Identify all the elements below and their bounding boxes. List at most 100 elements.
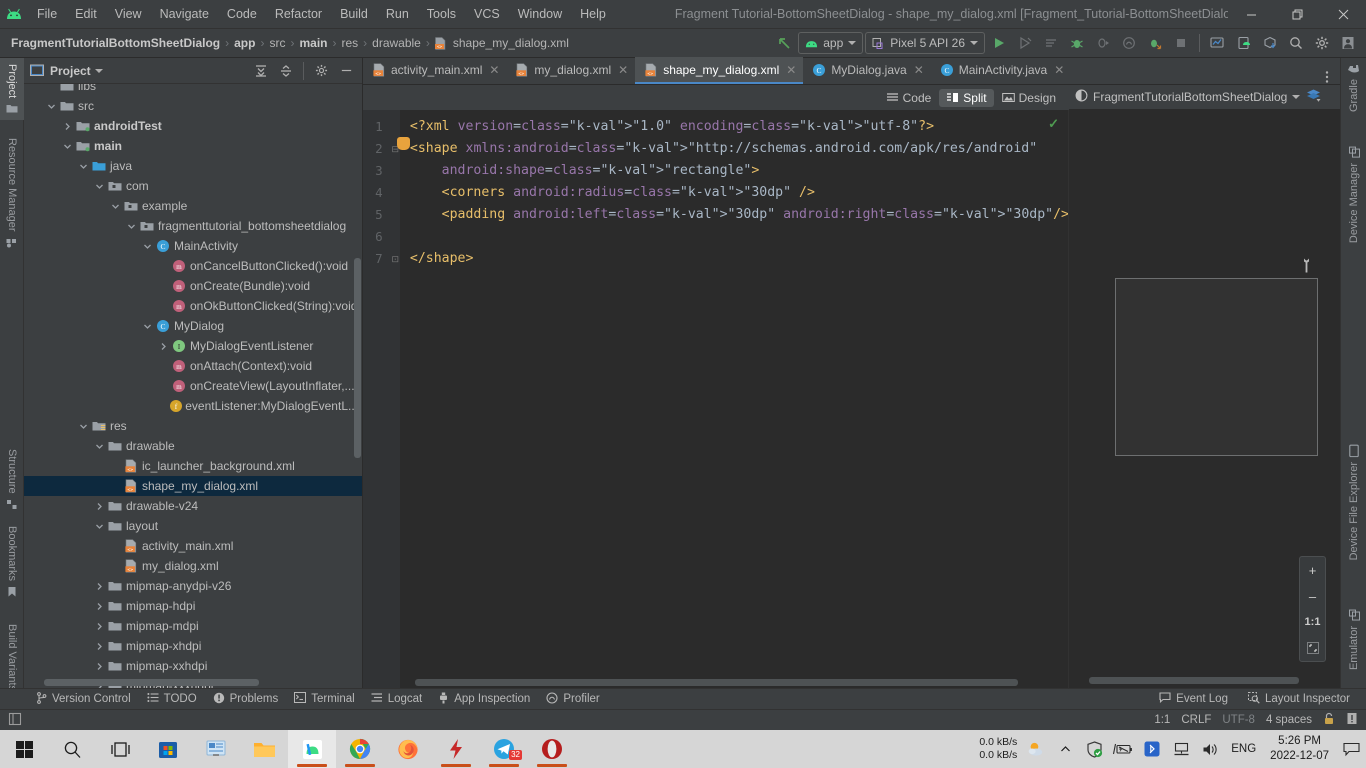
menu-window[interactable]: Window (509, 4, 571, 24)
menu-run[interactable]: Run (377, 4, 418, 24)
battery-charging-icon[interactable] (1113, 738, 1133, 760)
file-encoding[interactable]: UTF-8 (1222, 714, 1255, 726)
chevron-right-icon[interactable] (92, 642, 106, 651)
chevron-down-icon[interactable] (92, 522, 106, 531)
tree-item[interactable]: I MyDialogEventListener (24, 336, 362, 356)
run-button[interactable] (987, 31, 1011, 55)
inspection-ok-icon[interactable]: ✓ (1048, 116, 1059, 132)
chevron-down-icon[interactable] (60, 142, 74, 151)
code-line[interactable]: <corners android:radius=class="k-val">"3… (410, 182, 1069, 204)
zoom-to-fit-button[interactable] (1299, 635, 1326, 661)
chevron-down-icon[interactable] (1292, 95, 1301, 99)
search-icon[interactable] (1284, 31, 1308, 55)
chevron-down-icon[interactable] (92, 182, 106, 191)
close-icon[interactable]: ✕ (489, 63, 499, 77)
tool-terminal[interactable]: Terminal (286, 691, 362, 707)
wrench-icon[interactable] (1301, 258, 1312, 276)
close-icon[interactable]: ✕ (914, 63, 924, 77)
module-selector[interactable]: app (798, 32, 864, 54)
menu-refactor[interactable]: Refactor (266, 4, 331, 24)
sidebar-item-structure[interactable]: Structure (0, 443, 24, 516)
chevron-down-icon[interactable] (94, 68, 103, 73)
chevron-right-icon[interactable] (156, 342, 170, 351)
tree-item[interactable]: mipmap-mdpi (24, 616, 362, 636)
weather-icon[interactable] (1026, 738, 1046, 760)
android-studio-button[interactable] (288, 730, 336, 768)
code-line[interactable]: <shape xmlns:android=class="k-val">"http… (410, 138, 1069, 160)
chevron-down-icon[interactable] (140, 242, 154, 251)
sidebar-item-bookmarks[interactable]: Bookmarks (0, 520, 24, 604)
minimize-button[interactable] (1228, 0, 1274, 29)
tree-item[interactable]: java (24, 156, 362, 176)
project-tree[interactable]: libs src androidTest main java com example frag… (24, 84, 362, 688)
tree-item[interactable]: m onAttach(Context):void (24, 356, 362, 376)
lock-icon[interactable] (1323, 712, 1335, 728)
opera-button[interactable] (528, 730, 576, 768)
chevron-right-icon[interactable] (92, 502, 106, 511)
editor-tab[interactable]: <> activity_main.xml ✕ (363, 57, 506, 84)
sidebar-item-emulator[interactable]: Emulator (1342, 603, 1366, 676)
tree-item[interactable]: res (24, 416, 362, 436)
editor-tab[interactable]: C MyDialog.java ✕ (803, 57, 930, 84)
chevron-right-icon[interactable] (92, 602, 106, 611)
view-mode-design[interactable]: Design (995, 89, 1063, 107)
caret-position[interactable]: 1:1 (1154, 714, 1170, 726)
chevron-down-icon[interactable] (76, 162, 90, 171)
powerpoint-button[interactable] (192, 730, 240, 768)
view-mode-split[interactable]: Split (939, 88, 994, 107)
tree-item[interactable]: <> activity_main.xml (24, 536, 362, 556)
editor-tab[interactable]: C MainActivity.java ✕ (931, 57, 1072, 84)
menu-edit[interactable]: Edit (66, 4, 106, 24)
menu-file[interactable]: File (28, 4, 66, 24)
collapse-all-icon[interactable] (274, 59, 298, 83)
fold-marker-close[interactable]: ⊡ (391, 248, 400, 270)
sidebar-item-gradle[interactable]: Gradle (1342, 58, 1366, 118)
tree-item[interactable]: mipmap-xhdpi (24, 636, 362, 656)
sidebar-item-device-file-explorer[interactable]: Device File Explorer (1342, 438, 1366, 566)
tree-item[interactable]: drawable-v24 (24, 496, 362, 516)
editor-tab-options-icon[interactable] (1314, 70, 1340, 84)
microsoft-store-button[interactable] (144, 730, 192, 768)
code-line[interactable]: <padding android:left=class="k-val">"30d… (410, 204, 1069, 226)
breadcrumb-file[interactable]: shape_my_dialog.xml (450, 36, 572, 50)
stop-button[interactable] (1169, 31, 1193, 55)
menu-build[interactable]: Build (331, 4, 377, 24)
show-hidden-icons-chevron-icon[interactable] (1055, 738, 1075, 760)
action-center-icon[interactable] (1341, 738, 1361, 760)
code-editor[interactable]: 1 2 3 4 5 6 7 ⊟ ⊡ <?xml version=class="k-val">… (363, 110, 1069, 688)
close-icon[interactable]: ✕ (1054, 63, 1064, 77)
breadcrumb-drawable[interactable]: drawable (369, 36, 424, 50)
tree-vertical-scrollbar[interactable] (354, 258, 361, 458)
editor-horizontal-scrollbar[interactable] (415, 679, 1018, 686)
device-selector[interactable]: Pixel 5 API 26 (865, 32, 985, 54)
tree-item[interactable]: layout (24, 516, 362, 536)
chevron-down-icon[interactable] (44, 102, 58, 111)
preview-canvas[interactable]: + – 1:1 (1069, 110, 1340, 688)
zoom-actual-size-button[interactable]: 1:1 (1299, 609, 1326, 635)
tree-item[interactable]: mipmap-xxhdpi (24, 656, 362, 676)
menu-tools[interactable]: Tools (418, 4, 465, 24)
file-explorer-button[interactable] (240, 730, 288, 768)
menu-code[interactable]: Code (218, 4, 266, 24)
tree-item[interactable]: androidTest (24, 116, 362, 136)
code-line[interactable]: </shape> (410, 248, 1069, 270)
network-speed-indicator[interactable]: 0.0 kB/s 0.0 kB/s (979, 736, 1017, 762)
tree-item[interactable]: m onCreate(Bundle):void (24, 276, 362, 296)
layers-icon[interactable] (1305, 88, 1322, 106)
breadcrumb-app[interactable]: app (231, 36, 258, 50)
tree-item[interactable]: <> my_dialog.xml (24, 556, 362, 576)
tool-layout-inspector[interactable]: Layout Inspector (1240, 691, 1358, 708)
chevron-down-icon[interactable] (108, 202, 122, 211)
tree-item[interactable]: src (24, 96, 362, 116)
tool-event-log[interactable]: Event Log (1151, 691, 1236, 707)
chevron-down-icon[interactable] (140, 322, 154, 331)
expand-all-icon[interactable] (249, 59, 273, 83)
code-line[interactable] (410, 226, 1069, 248)
preview-horizontal-scrollbar[interactable] (1089, 677, 1299, 684)
tree-item[interactable]: libs (24, 84, 362, 96)
tree-item[interactable]: <> ic_launcher_background.xml (24, 456, 362, 476)
sdk-manager-icon[interactable] (1206, 31, 1230, 55)
sidebar-item-project[interactable]: Project (0, 58, 24, 121)
task-view-button[interactable] (96, 730, 144, 768)
sidebar-item-resource-manager[interactable]: Resource Manager (0, 132, 24, 254)
